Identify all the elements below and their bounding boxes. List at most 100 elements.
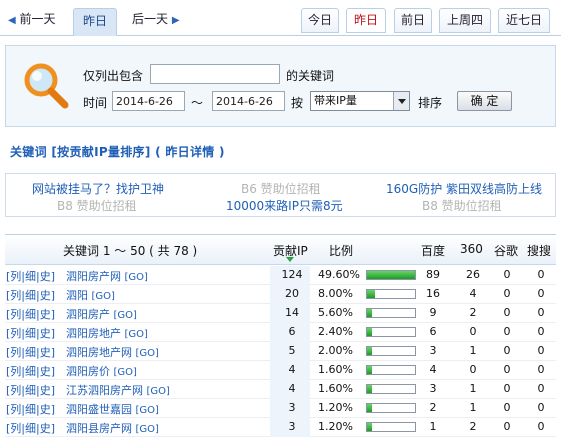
sort-by-value: 带来IP量 [314,94,357,107]
date-from-input[interactable] [112,91,185,111]
ratio-cell: 1.60% [318,382,353,395]
ratio-bar-fill [367,385,372,393]
tab-day-before[interactable]: 前日 [394,8,432,33]
keyword-link[interactable]: 泗阳县房产网 [66,422,132,435]
google-cell: 0 [503,306,511,319]
keyword-link[interactable]: 泗阳房地产 [66,327,121,340]
col-baidu[interactable]: 百度 [421,242,445,259]
go-link[interactable]: [GO] [125,329,148,340]
google-cell: 0 [503,287,511,300]
table-row: [列|细|史] 泗阳盛世嘉园 [GO] 3 1.20% 2 1 0 0 [5,399,556,418]
keyword-link[interactable]: 泗阳房价 [66,365,110,378]
go-link[interactable]: [GO] [92,291,115,302]
ratio-bar [366,270,416,280]
table-row: [列|细|史] 江苏泗阳房产网 [GO] 4 1.60% 3 1 0 0 [5,380,556,399]
row-actions-links[interactable]: [列|细|史] [6,287,55,303]
include-suffix-label: 的关键词 [286,69,335,83]
ip-cell: 3 [288,401,296,414]
ratio-bar [366,289,416,299]
360-cell: 26 [466,268,480,281]
go-link[interactable]: [GO] [114,367,137,378]
ratio-bar [366,403,416,413]
go-link[interactable]: [GO] [125,272,148,283]
ip-cell: 124 [281,268,303,281]
row-actions-links[interactable]: [列|细|史] [6,268,55,284]
by-label: 按 [291,96,304,110]
sort-desc-icon [286,257,294,262]
ratio-cell: 49.60% [318,268,360,281]
include-prefix-label: 仅列出包含 [83,69,144,83]
360-cell: 2 [469,420,477,433]
360-cell: 1 [469,344,477,357]
keyword-link[interactable]: 泗阳房地产网 [66,346,132,359]
sogou-cell: 0 [537,363,545,376]
sort-by-select[interactable]: 带来IP量 [310,91,410,111]
ip-cell: 14 [285,306,299,319]
col-sogou[interactable]: 搜搜 [527,242,551,259]
go-link[interactable]: [GO] [136,405,159,416]
magnifier-icon [24,63,69,109]
keyword-link[interactable]: 泗阳 [66,289,88,302]
sponsor-ads: 网站被挂马了？找护卫神 B6 赞助位招租 160G防护 紫田双线高防上线 B8 … [5,173,556,217]
sogou-cell: 0 [537,306,545,319]
ratio-cell: 5.60% [318,306,353,319]
ratio-bar [366,308,416,318]
ad-link[interactable]: 160G防护 紫田双线高防上线 [386,180,542,197]
row-actions-links[interactable]: [列|细|史] [6,363,55,379]
prev-day-label: 前一天 [19,12,56,26]
baidu-cell: 3 [429,382,437,395]
go-link[interactable]: [GO] [136,348,159,359]
baidu-cell: 2 [429,401,437,414]
row-actions-links[interactable]: [列|细|史] [6,344,55,360]
keyword-link[interactable]: 泗阳盛世嘉园 [66,403,132,416]
keyword-cell: 泗阳盛世嘉园 [GO] [66,401,159,417]
row-actions-links[interactable]: [列|细|史] [6,382,55,398]
360-cell: 0 [469,363,477,376]
keyword-link[interactable]: 泗阳房产网 [66,270,121,283]
keyword-link[interactable]: 泗阳房产 [66,308,110,321]
ratio-cell: 1.60% [318,363,353,376]
keyword-cell: 泗阳房地产网 [GO] [66,344,159,360]
col-google[interactable]: 谷歌 [494,242,518,259]
ip-cell: 3 [288,420,296,433]
google-cell: 0 [503,401,511,414]
row-actions-links[interactable]: [列|细|史] [6,306,55,322]
tab-last-thursday[interactable]: 上周四 [439,8,491,33]
baidu-cell: 16 [426,287,440,300]
row-actions-links[interactable]: [列|细|史] [6,325,55,341]
table-row: [列|细|史] 泗阳房地产网 [GO] 5 2.00% 3 1 0 0 [5,342,556,361]
tab-today[interactable]: 今日 [301,8,339,33]
chevron-right-icon: ▶ [171,15,180,26]
date-to-input[interactable] [212,91,285,111]
ratio-cell: 2.40% [318,325,353,338]
keyword-link[interactable]: 江苏泗阳房产网 [66,384,143,397]
prev-day-link[interactable]: ◀ 前一天 [4,9,60,31]
date-nav-bar: ◀ 前一天 昨日 后一天 ▶ 今日 昨日 前日 上周四 近七日 [0,0,561,36]
table-row: [列|细|史] 泗阳县房产网 [GO] 3 1.20% 1 2 0 0 [5,418,556,437]
sogou-cell: 0 [537,382,545,395]
next-day-link[interactable]: 后一天 ▶ [128,9,184,31]
ratio-bar [366,365,416,375]
sogou-cell: 0 [537,344,545,357]
baidu-cell: 6 [429,325,437,338]
ratio-cell: 1.20% [318,401,353,414]
go-link[interactable]: [GO] [147,386,170,397]
google-cell: 0 [503,382,511,395]
current-day-tab[interactable]: 昨日 [73,8,117,36]
go-link[interactable]: [GO] [136,424,159,435]
ad-link[interactable]: 10000来路IP只需8元 [226,197,343,214]
confirm-button[interactable]: 确 定 [457,91,512,111]
ad-link[interactable]: 网站被挂马了？找护卫神 [32,180,164,197]
360-cell: 4 [469,287,477,300]
row-actions-links[interactable]: [列|细|史] [6,401,55,417]
col-360[interactable]: 360 [460,242,483,256]
tab-last-7-days[interactable]: 近七日 [498,8,550,33]
keyword-cell: 泗阳 [GO] [66,287,115,303]
ratio-bar [366,327,416,337]
tab-yesterday[interactable]: 昨日 [346,8,386,33]
keyword-filter-input[interactable] [150,64,280,84]
col-keyword: 关键词 1 ～ 50 ( 共 78 ) [63,244,198,258]
go-link[interactable]: [GO] [114,310,137,321]
row-actions-links[interactable]: [列|细|史] [6,420,55,436]
table-row: [列|细|史] 泗阳房价 [GO] 4 1.60% 4 0 0 0 [5,361,556,380]
